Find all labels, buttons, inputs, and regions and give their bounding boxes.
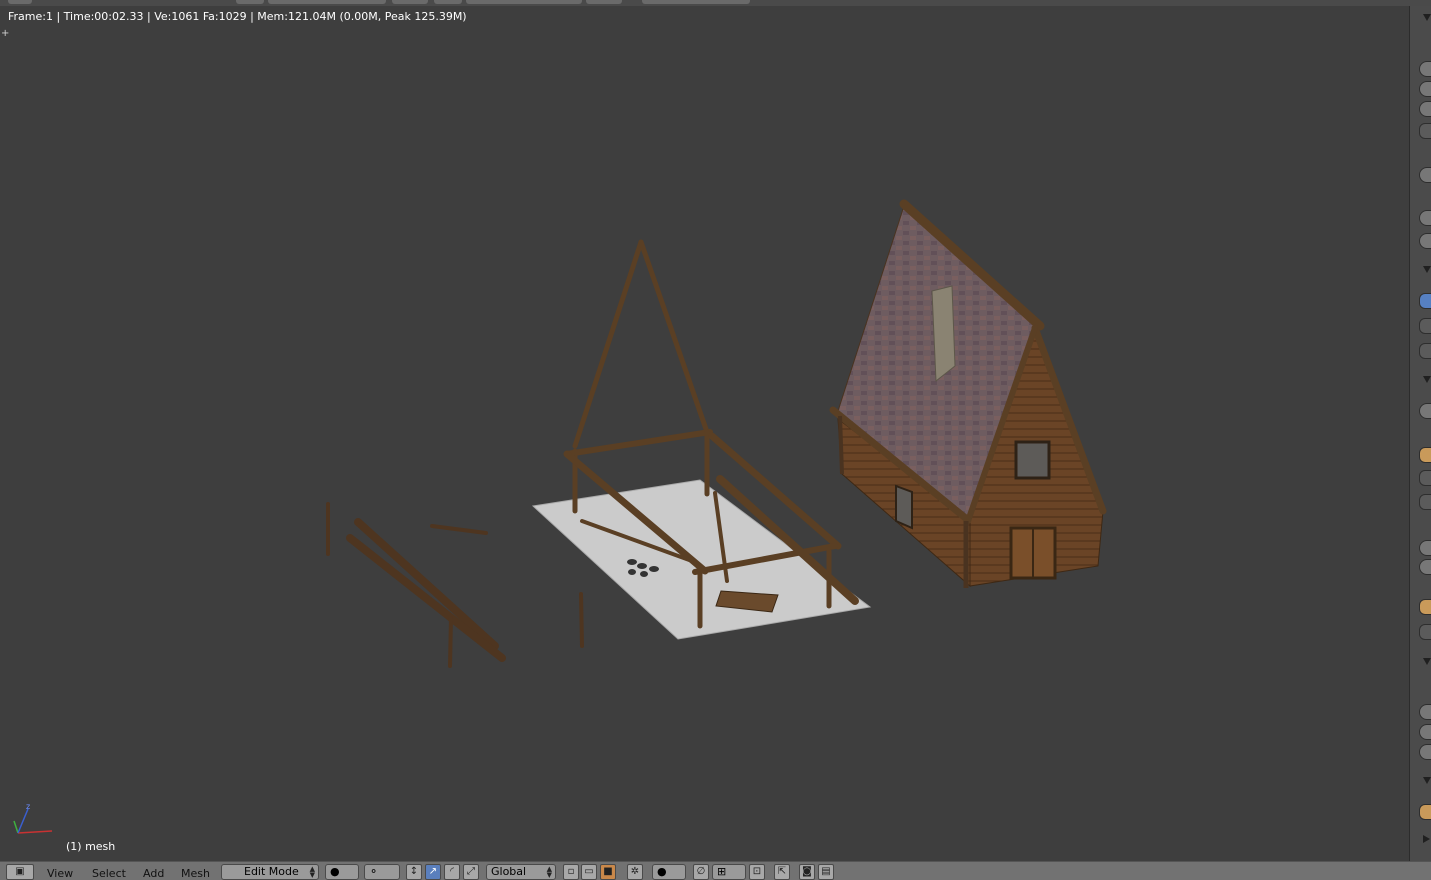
panel-field[interactable] [1419, 704, 1431, 720]
panel-field[interactable] [1419, 599, 1431, 615]
render-icon[interactable]: ◙ [799, 864, 815, 880]
panel-field[interactable] [1419, 343, 1431, 359]
panel-expand-icon[interactable] [1423, 835, 1430, 843]
updown-icon: ▲ ▼ [309, 865, 315, 879]
panel-collapse-icon[interactable] [1423, 266, 1431, 273]
active-object-label: (1) mesh [66, 840, 116, 853]
panel-field[interactable] [1419, 61, 1431, 77]
header-tab[interactable] [586, 0, 622, 4]
menu-mesh[interactable]: Mesh [181, 867, 210, 880]
panel-collapse-icon[interactable] [1423, 14, 1431, 21]
scale-icon[interactable]: ⤢ [463, 864, 479, 880]
orientation-select[interactable]: Global ▲ ▼ [486, 864, 556, 880]
panel-field[interactable] [1419, 540, 1431, 556]
translate-icon[interactable]: ↗ [425, 864, 441, 880]
header-tab[interactable] [8, 0, 32, 4]
viewport-header: ▣ View Select Add Mesh Edit Mode ▲ ▼ ● ⚬ … [0, 861, 1431, 880]
3d-viewport[interactable]: Frame:1 | Time:00:02.33 | Ve:1061 Fa:102… [0, 6, 1409, 861]
snap-target-icon[interactable]: ⊡ [749, 864, 765, 880]
shading-sphere-icon: ● [330, 865, 340, 878]
panel-field[interactable] [1419, 167, 1431, 183]
header-tab[interactable] [466, 0, 582, 4]
axis-z-label: z [26, 802, 30, 811]
snap-element-icon: ⊞ [717, 865, 727, 878]
menu-view[interactable]: View [47, 867, 73, 880]
chimney [931, 285, 956, 382]
proportional-select[interactable]: ● [652, 864, 686, 880]
panel-field[interactable] [1419, 210, 1431, 226]
panel-field[interactable] [1419, 470, 1431, 486]
mode-label: Edit Mode [244, 865, 299, 878]
header-tab[interactable] [642, 0, 750, 4]
manipulator-icon[interactable]: ↕ [406, 864, 422, 880]
face-select-icon[interactable]: ■ [600, 864, 616, 880]
pivot-select[interactable]: ⚬ [364, 864, 400, 880]
header-tab[interactable] [434, 0, 462, 4]
mode-select[interactable]: Edit Mode ▲ ▼ [221, 864, 319, 880]
panel-collapse-icon[interactable] [1423, 658, 1431, 665]
align-icon[interactable]: ⇱ [774, 864, 790, 880]
panel-field[interactable] [1419, 101, 1431, 117]
loose-logs [326, 502, 584, 668]
edge-select-icon[interactable]: ▭ [581, 864, 597, 880]
editor-type-icon[interactable]: ▣ [6, 864, 34, 880]
header-tab[interactable] [236, 0, 264, 4]
header-tab[interactable] [392, 0, 428, 4]
updown-icon: ▲ ▼ [546, 865, 552, 879]
menu-add[interactable]: Add [143, 867, 164, 880]
panel-field[interactable] [1419, 123, 1431, 139]
axis-gizmo: z [13, 802, 53, 834]
pivot-icon: ⚬ [369, 865, 379, 878]
rotate-icon[interactable]: ◜ [444, 864, 460, 880]
properties-panel [1409, 6, 1431, 861]
house-side-window [895, 484, 913, 530]
panel-field[interactable] [1419, 293, 1431, 309]
scene-render [326, 199, 1107, 668]
snap-element-select[interactable]: ⊞ [712, 864, 746, 880]
panel-field[interactable] [1419, 447, 1431, 463]
shading-select[interactable]: ● [325, 864, 359, 880]
occlude-icon[interactable]: ✲ [627, 864, 643, 880]
house-model [829, 199, 1107, 588]
panel-collapse-icon[interactable] [1423, 777, 1431, 784]
vertex-select-icon[interactable]: ▫ [563, 864, 579, 880]
panel-field[interactable] [1419, 403, 1431, 419]
panel-field[interactable] [1419, 494, 1431, 510]
house-window [1014, 440, 1051, 480]
panel-field[interactable] [1419, 81, 1431, 97]
panel-field[interactable] [1419, 559, 1431, 575]
panel-field[interactable] [1419, 233, 1431, 249]
menu-select[interactable]: Select [92, 867, 126, 880]
orientation-label: Global [491, 865, 527, 878]
proportional-icon: ● [657, 865, 667, 878]
panel-field[interactable] [1419, 624, 1431, 640]
panel-field[interactable] [1419, 318, 1431, 334]
panel-field[interactable] [1419, 724, 1431, 740]
snap-icon[interactable]: ∅ [693, 864, 709, 880]
header-tab[interactable] [268, 0, 386, 4]
panel-collapse-icon[interactable] [1423, 376, 1431, 383]
panel-field[interactable] [1419, 744, 1431, 760]
camera-icon[interactable]: ▤ [818, 864, 834, 880]
panel-field[interactable] [1419, 804, 1431, 820]
